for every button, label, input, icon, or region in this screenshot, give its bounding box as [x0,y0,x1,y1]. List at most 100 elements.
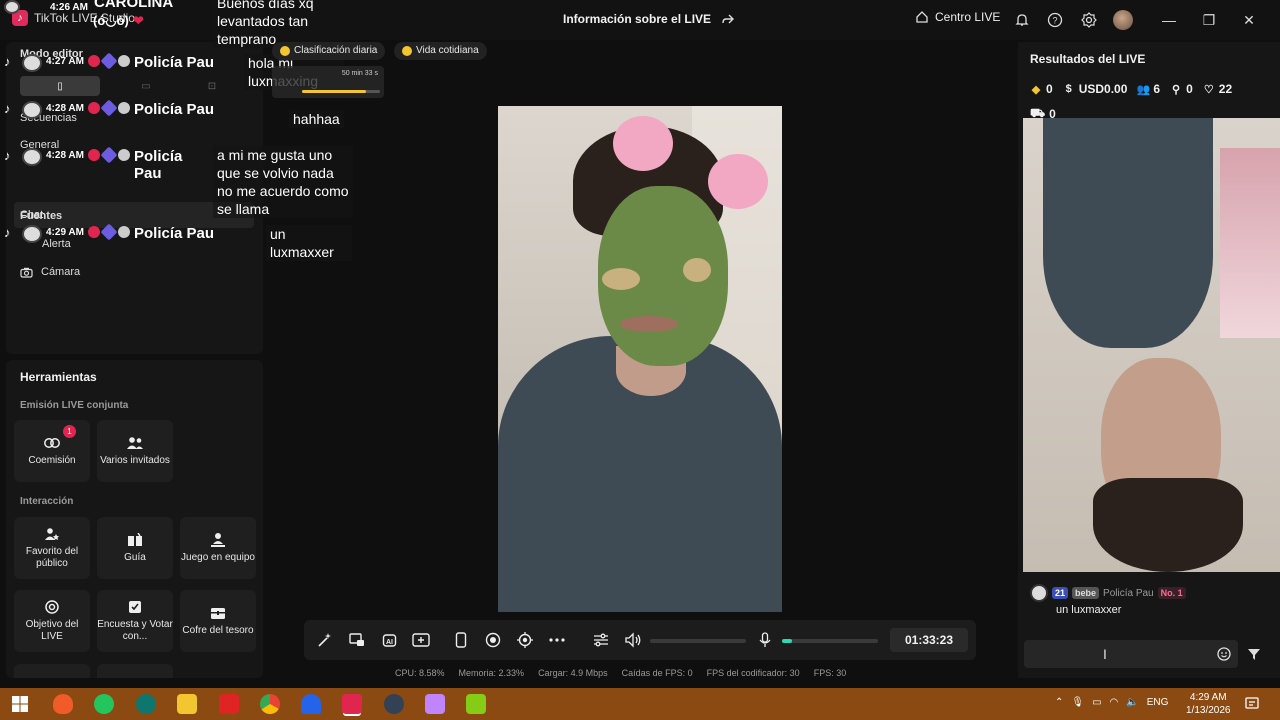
green-app-icon[interactable] [94,694,114,714]
comment-name: Policía Pau [1103,587,1154,599]
tiktok-live-taskbar-icon[interactable] [342,694,362,714]
overlay-name: Policía Pau [133,101,215,118]
guide-icon [126,532,144,548]
category-chip[interactable]: Vida cotidiana [394,42,487,60]
comment-message: un luxmaxxer [1056,604,1122,616]
poll-icon [126,599,144,615]
chevron-up-icon[interactable]: ⌃ [1055,697,1063,708]
rank-pill: No. 1 [1157,587,1186,599]
overlay-row-3: ♪ 4:28 AM Policía Pau [4,146,192,182]
secondary-video-preview[interactable] [1023,118,1280,572]
volume-tray-icon[interactable]: 🔈 [1126,697,1138,708]
svg-text:AI: AI [386,639,393,646]
phone-icon[interactable] [452,631,470,649]
screen-share-icon[interactable] [348,631,366,649]
dollar-icon: $ [1065,83,1072,95]
notification-icon[interactable] [1244,696,1260,712]
wifi-icon[interactable]: ◠ [1110,697,1119,708]
purple-app-icon[interactable] [425,694,445,714]
overlay-time: 4:26 AM [50,2,88,13]
chest-icon [209,605,227,621]
overlay-name: Policía Pau [133,54,215,71]
overlay-row-0: 4:26 AM [4,0,88,14]
microphone-icon[interactable] [756,631,774,649]
live-video-preview[interactable] [498,106,782,612]
help-icon[interactable]: ? [1045,10,1065,30]
brave-browser-icon[interactable] [53,694,73,714]
home-icon [916,11,928,23]
tools-title: Herramientas [20,370,97,384]
encuesta-button[interactable]: Encuesta y Votar con... [97,590,173,652]
overlay-name: Policía Pau [133,225,215,242]
record-icon[interactable] [484,631,502,649]
coemision-label: Coemisión [28,455,76,466]
live-stats-row: ◆ 0 $ USD0.00 👥 6 ⚲ 0 ♡ 22 [1030,82,1232,96]
ai-effects-icon[interactable]: AI [381,631,399,649]
volume-slider[interactable] [650,639,746,643]
mic-level-slider[interactable] [782,639,878,643]
overlay-avatar [22,225,42,243]
audience-icon [43,526,61,542]
more-tool-1[interactable] [14,664,90,678]
user-avatar[interactable] [1113,10,1133,30]
coemision-button[interactable]: 1 Coemisión [14,420,90,482]
filter-send-icon[interactable] [1246,646,1262,662]
goal-progress[interactable]: 50 min 33 s [272,66,384,98]
battery-icon[interactable]: ▭ [1092,697,1101,708]
ranking-label: Clasificación diaria [294,45,378,56]
live-timer: 01:33:23 [890,628,968,652]
gear-icon[interactable] [1079,10,1099,30]
restore-icon[interactable]: ❐ [1200,11,1218,29]
audio-mixer-icon[interactable] [592,631,610,649]
mic-tray-icon[interactable]: 🎙 [1071,697,1084,708]
more-tool-2[interactable] [97,664,173,678]
live-info-button[interactable]: Información sobre el LIVE [563,12,735,26]
comment-item[interactable]: 21 bebe Policía Pau No. 1 un luxmaxxer [1030,584,1276,616]
lime-app-icon[interactable] [466,694,486,714]
video-bear-ear [708,154,768,209]
comment-input[interactable] [1024,640,1238,668]
progress-time: 50 min 33 s [341,70,378,77]
teal-app-icon[interactable] [136,694,156,714]
add-scene-icon[interactable] [412,631,430,649]
close-icon[interactable]: ✕ [1240,11,1258,29]
level-badge-icon [87,102,100,114]
obs-icon[interactable] [384,694,404,714]
objetivo-button[interactable]: Objetivo del LIVE [14,590,90,652]
juego-button[interactable]: Juego en equipo [180,517,256,579]
more-icon[interactable] [548,631,566,649]
emoji-icon[interactable] [1216,646,1232,662]
guia-button[interactable]: Guía [97,517,173,579]
overlay-top-name: CAROLINA [94,0,174,11]
magic-wand-icon[interactable] [316,631,334,649]
objetivo-label: Objetivo del LIVE [25,619,79,642]
language-indicator[interactable]: ENG [1147,697,1169,708]
cofre-button[interactable]: Cofre del tesoro [180,590,256,652]
overlay-message-4: un luxmaxxer [266,225,352,261]
red-app-icon[interactable] [219,694,239,714]
minimize-icon[interactable]: — [1160,11,1178,29]
varios-invitados-label: Varios invitados [100,455,170,466]
centro-live-button[interactable]: Centro LIVE [915,10,1000,24]
blue-app-icon[interactable] [301,694,321,714]
ranking-chip[interactable]: Clasificación diaria [272,42,386,60]
system-tray: ⌃ 🎙 ▭ ◠ 🔈 ENG [1055,697,1168,708]
bell-icon[interactable] [1012,10,1032,30]
centro-live-label: Centro LIVE [935,10,1001,24]
share-icon [722,14,735,24]
stat-viewers: 👥 6 [1136,82,1161,96]
tiktok-logo-icon: ♪ [4,148,11,163]
status-caidas: Caídas de FPS: 0 [621,668,693,678]
varios-invitados-button[interactable]: Varios invitados [97,420,173,482]
text-cursor-icon: I [1103,646,1107,662]
taskbar-clock[interactable]: 4:29 AM 1/13/2026 [1186,691,1231,717]
overlay-badges [87,223,130,241]
focus-icon[interactable] [516,631,534,649]
encuesta-label: Encuesta y Votar con... [97,619,173,642]
windows-start-icon[interactable] [10,694,30,714]
favorito-button[interactable]: Favorito del público [14,517,90,579]
file-explorer-icon[interactable] [177,694,197,714]
heart-badge-icon [117,102,130,114]
chrome-icon[interactable] [260,694,280,714]
speaker-icon[interactable] [624,631,642,649]
